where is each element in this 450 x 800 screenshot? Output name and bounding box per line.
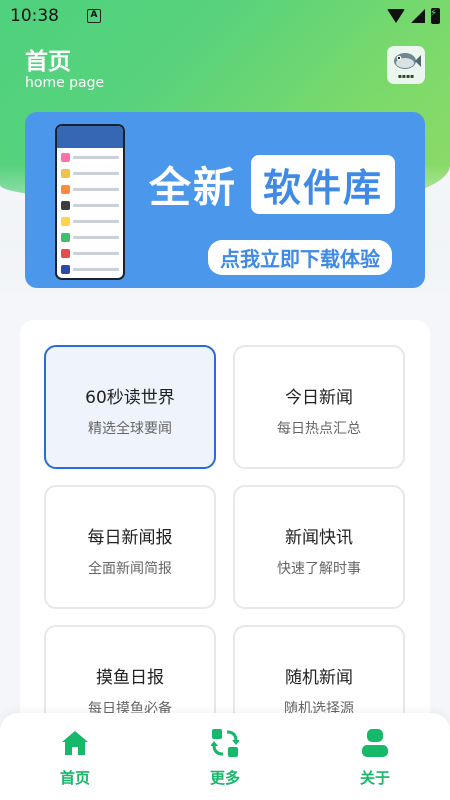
tile-60s-world[interactable]: 60秒读世界 精选全球要闻 <box>44 345 216 469</box>
more-refresh-icon <box>211 729 239 757</box>
nav-about[interactable]: 关于 <box>340 727 410 788</box>
home-icon <box>62 731 88 755</box>
fish-icon <box>394 53 421 69</box>
wifi-icon <box>387 9 405 23</box>
download-banner[interactable]: 全新 软件库 点我立即下载体验 <box>25 112 425 288</box>
tile-title: 随机新闻 <box>285 668 353 688</box>
tile-desc: 精选全球要闻 <box>88 421 172 437</box>
tile-title: 摸鱼日报 <box>96 668 164 688</box>
tile-news-flash[interactable]: 新闻快讯 快速了解时事 <box>233 485 405 609</box>
nav-more[interactable]: 更多 <box>190 727 260 788</box>
battery-charging-icon <box>430 8 440 24</box>
signal-icon <box>411 9 425 23</box>
page-subtitle: home page <box>25 75 105 91</box>
tile-desc: 每日热点汇总 <box>277 421 361 437</box>
nav-about-label: 关于 <box>359 769 390 787</box>
banner-headline-library: 软件库 <box>251 155 396 214</box>
tile-title: 新闻快讯 <box>285 528 353 548</box>
tile-title: 60秒读世界 <box>85 388 175 408</box>
status-bar: 10:38 A <box>0 0 450 32</box>
tile-desc: 全面新闻简报 <box>88 561 172 577</box>
nav-home[interactable]: 首页 <box>40 727 110 788</box>
banner-headline-new: 全新 <box>149 163 238 212</box>
bottom-nav: 首页 更多 关于 <box>0 713 450 800</box>
tile-title: 每日新闻报 <box>87 528 173 548</box>
app-logo[interactable]: ▪▪▪▪ <box>387 46 425 84</box>
nav-more-label: 更多 <box>209 769 240 787</box>
a-notification-icon: A <box>87 9 101 23</box>
user-icon <box>362 729 388 757</box>
tile-desc: 快速了解时事 <box>277 561 361 577</box>
phone-mockup <box>55 124 125 280</box>
page-title: 首页 <box>25 49 71 75</box>
logo-text: ▪▪▪▪ <box>397 73 415 80</box>
nav-home-label: 首页 <box>59 769 90 787</box>
tile-daily-report[interactable]: 每日新闻报 全面新闻简报 <box>44 485 216 609</box>
banner-download-button[interactable]: 点我立即下载体验 <box>208 240 392 275</box>
tile-today-news[interactable]: 今日新闻 每日热点汇总 <box>233 345 405 469</box>
status-time: 10:38 <box>10 6 59 26</box>
tile-title: 今日新闻 <box>285 388 353 408</box>
